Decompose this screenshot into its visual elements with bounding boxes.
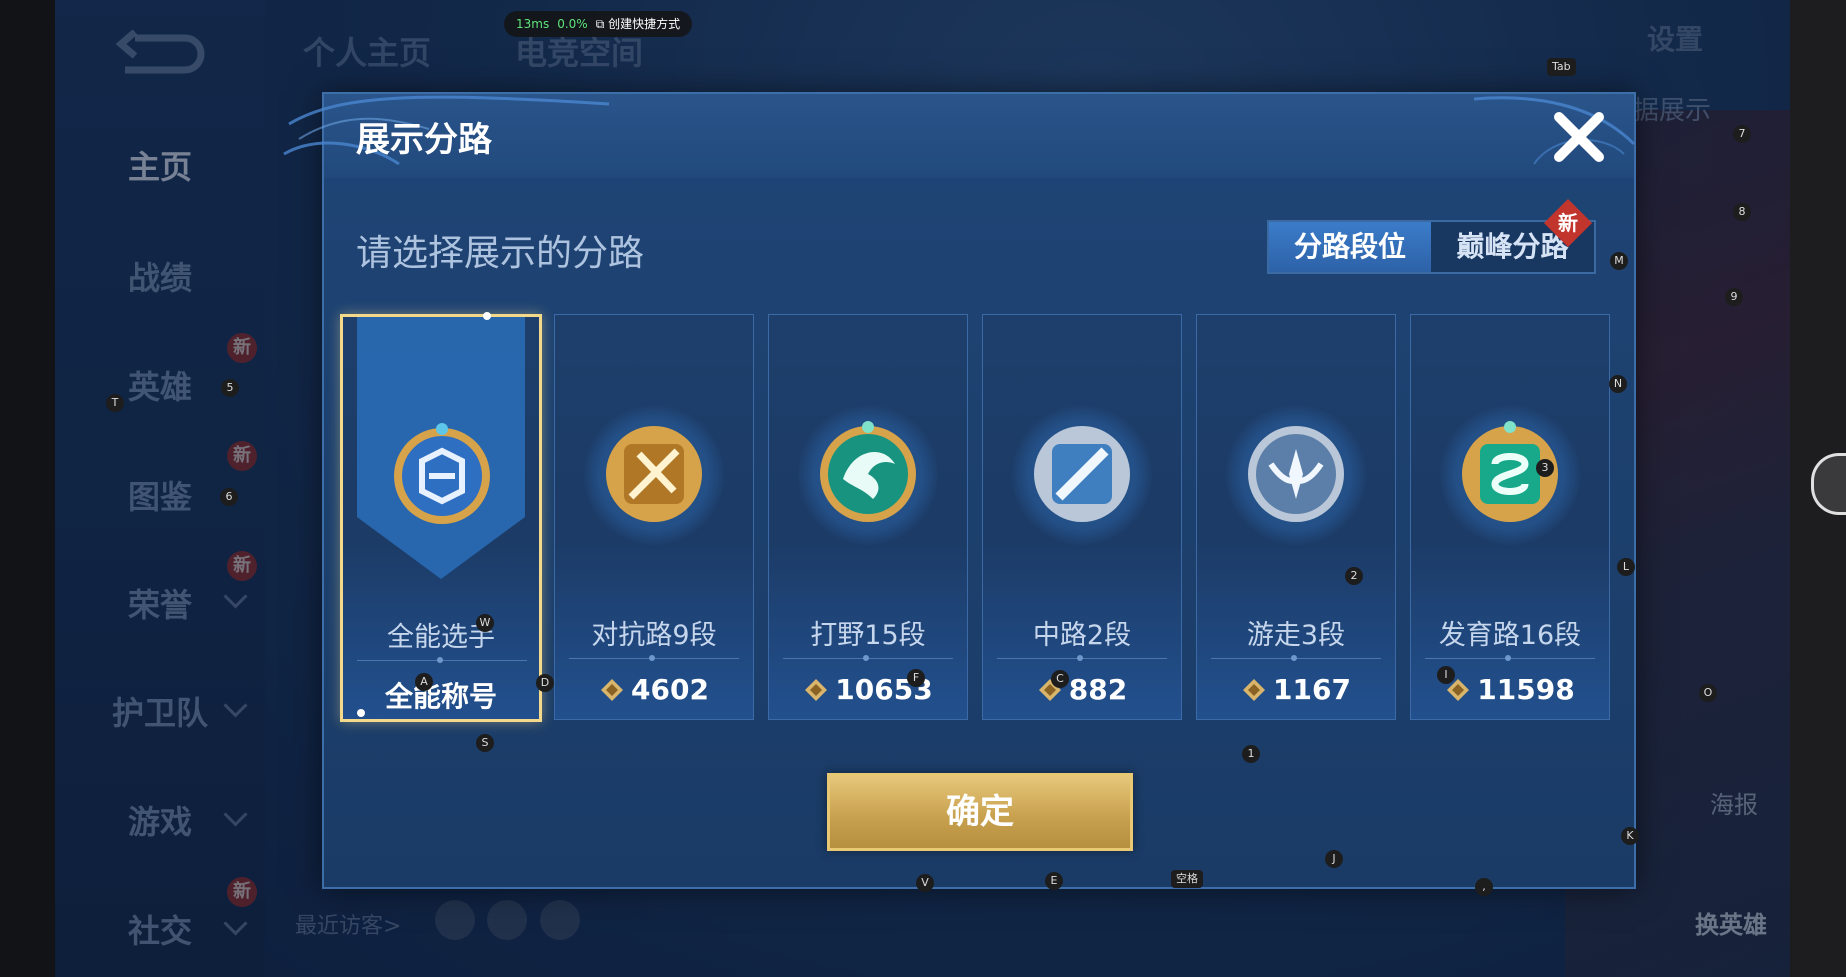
jungle-emblem-icon [820, 421, 916, 522]
lane-role: 中路2段 [1032, 620, 1132, 651]
confirm-button[interactable]: 确定 [827, 773, 1133, 851]
key-hint: L [1617, 558, 1635, 576]
latency-label: 13ms [516, 17, 550, 31]
tab-lane-rank[interactable]: 分路段位 [1269, 222, 1431, 272]
close-icon[interactable] [1549, 107, 1609, 167]
key-hint: 6 [220, 488, 238, 506]
lane-card-jungle[interactable]: 打野15段 10653 [768, 314, 968, 720]
key-hint: , [1475, 878, 1493, 896]
prompt-text: 请选择展示的分路 [356, 233, 645, 274]
lane-score: 4602 [555, 673, 753, 706]
key-hint: 7 [1733, 125, 1751, 143]
lane-role: 对抗路9段 [591, 620, 717, 651]
lane-role: 游走3段 [1246, 620, 1346, 651]
key-hint: S [476, 734, 494, 752]
key-hint: A [415, 673, 433, 691]
percent-label: 0.0% [557, 17, 588, 31]
key-hint: 2 [1345, 567, 1363, 585]
display-lane-dialog: 展示分路 请选择展示的分路 分路段位 巅峰分路 新 全能选手 全能称号 对抗路9… [283, 92, 1636, 889]
mid-lane-emblem-icon [1034, 426, 1130, 522]
key-hint: V [916, 874, 934, 892]
lane-score: 全能称号 [384, 680, 497, 713]
clash-lane-emblem-icon [606, 426, 702, 522]
letterbox-left [0, 0, 55, 977]
divider [783, 655, 953, 661]
key-hint: M [1610, 252, 1628, 270]
key-hint: W [476, 614, 494, 632]
key-hint: 8 [1733, 203, 1751, 221]
game-screen: 主页 战绩 英雄 新 图鉴 新 荣誉 新 护卫队 游戏 社交 新 个人主页 电竞… [55, 0, 1790, 977]
key-hint: N [1609, 375, 1627, 393]
key-hint: Tab [1547, 58, 1576, 76]
divider [1211, 655, 1381, 661]
lane-card-roam[interactable]: 游走3段 1167 [1196, 314, 1396, 720]
lane-card-all-round[interactable]: 全能选手 全能称号 [340, 312, 542, 722]
key-hint: K [1621, 827, 1639, 845]
key-hint: 空格 [1171, 870, 1203, 888]
lane-mode-toggle: 分路段位 巅峰分路 [1267, 220, 1596, 274]
key-hint: 9 [1725, 288, 1743, 306]
all-round-emblem-icon [394, 423, 490, 524]
divider [997, 655, 1167, 661]
key-hint: E [1045, 872, 1063, 890]
lane-role: 打野15段 [810, 620, 926, 651]
key-hint: C [1051, 670, 1069, 688]
selection-corner [357, 709, 365, 717]
new-badge: 新 [1543, 198, 1593, 248]
divider [1425, 655, 1595, 661]
key-hint: F [907, 669, 925, 687]
dialog-title: 展示分路 [356, 120, 492, 160]
divider [357, 657, 527, 663]
lane-role: 全能选手 [387, 622, 495, 653]
lane-card-mid[interactable]: 中路2段 882 [982, 314, 1182, 720]
key-hint: 5 [221, 379, 239, 397]
key-hint: D [536, 674, 554, 692]
lane-role: 发育路16段 [1438, 620, 1582, 651]
key-hint: O [1699, 684, 1717, 702]
lane-score: 10653 [769, 673, 967, 706]
key-hint: T [106, 394, 124, 412]
performance-overlay[interactable]: 13ms 0.0% ⧉ 创建快捷方式 [504, 11, 693, 37]
dialog-header: 展示分路 [283, 94, 1636, 178]
lane-card-farm[interactable]: 发育路16段 11598 [1410, 314, 1610, 720]
divider [569, 655, 739, 661]
rank-points-icon [601, 679, 624, 701]
selection-corner [483, 312, 491, 320]
shortcut-button[interactable]: ⧉ 创建快捷方式 [596, 17, 680, 31]
rank-points-icon [1243, 679, 1266, 701]
lane-score: 1167 [1197, 673, 1395, 706]
key-hint: I [1437, 666, 1455, 684]
key-hint: 1 [1242, 745, 1260, 763]
key-hint: 3 [1536, 459, 1554, 477]
lane-card-clash[interactable]: 对抗路9段 4602 [554, 314, 754, 720]
rank-points-icon [805, 679, 828, 701]
lane-score: 882 [983, 673, 1181, 706]
key-hint: J [1325, 850, 1343, 868]
roam-emblem-icon [1248, 426, 1344, 522]
